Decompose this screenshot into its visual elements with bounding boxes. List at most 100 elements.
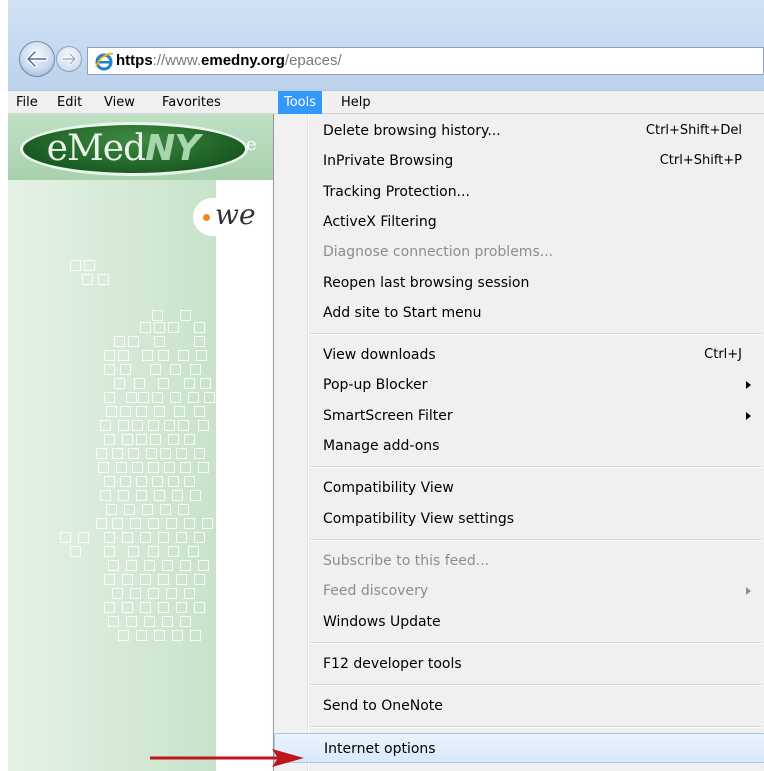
menu-item-view-downloads[interactable]: View downloads Ctrl+J [274, 340, 764, 370]
menu-item-manage-add-ons[interactable]: Manage add-ons [274, 431, 764, 461]
decorative-square [154, 490, 165, 501]
menu-separator [310, 641, 762, 644]
menu-item-send-to-onenote[interactable]: Send to OneNote [274, 691, 764, 721]
url-prefix: ://www. [152, 52, 202, 69]
decorative-square [194, 602, 205, 613]
decorative-square [194, 406, 205, 417]
decorative-square [180, 310, 191, 321]
decorative-square [154, 406, 165, 417]
decorative-square [198, 420, 209, 431]
menu-item-label: SmartScreen Filter [323, 407, 453, 424]
decorative-square [154, 630, 165, 641]
decorative-square [172, 630, 183, 641]
menu-item-diagnose-connection-problems[interactable]: Diagnose connection problems... [274, 237, 764, 267]
menu-item-inprivate-browsing[interactable]: InPrivate Browsing Ctrl+Shift+P [274, 146, 764, 176]
menu-item-shortcut: Ctrl+Shift+P [659, 153, 742, 169]
decorative-square [184, 378, 195, 389]
menu-item-add-site-to-start-menu[interactable]: Add site to Start menu [274, 298, 764, 328]
decorative-square [98, 462, 109, 473]
menu-separator [310, 466, 762, 469]
decorative-square [124, 504, 135, 515]
menu-item-delete-browsing-history[interactable]: Delete browsing history... Ctrl+Shift+Del [274, 116, 764, 146]
decorative-square [120, 406, 131, 417]
decorative-square [104, 532, 115, 543]
decorative-square [128, 336, 139, 347]
decorative-square [108, 616, 119, 627]
menu-item-label: Manage add-ons [323, 438, 440, 454]
decorative-square [188, 392, 199, 403]
decorative-square [104, 392, 115, 403]
decorative-square [188, 546, 199, 557]
menu-item-reopen-last-browsing-session[interactable]: Reopen last browsing session [274, 268, 764, 298]
decorative-square [196, 350, 207, 361]
decorative-square [148, 462, 159, 473]
decorative-square [114, 336, 125, 347]
decorative-square [132, 420, 143, 431]
decorative-square [158, 532, 169, 543]
decorative-square [184, 518, 195, 529]
decorative-square [180, 462, 191, 473]
decorative-square [96, 518, 107, 529]
decorative-square [150, 364, 161, 375]
decorative-square [148, 518, 159, 529]
decorative-square [106, 406, 117, 417]
decorative-square [168, 434, 179, 445]
address-bar[interactable]: https://www.emedny.org/epaces/ [87, 47, 764, 75]
decorative-square [190, 490, 201, 501]
menu-item-compatibility-view[interactable]: Compatibility View [274, 473, 764, 503]
decorative-square [112, 518, 123, 529]
decorative-square [104, 434, 115, 445]
menu-item-subscribe-to-this-feed[interactable]: Subscribe to this feed... [274, 546, 764, 576]
decorative-square [162, 616, 173, 627]
decorative-square [194, 336, 205, 347]
menu-item-label: Send to OneNote [323, 698, 443, 715]
decorative-square [70, 260, 81, 271]
decorative-square [84, 260, 95, 271]
menu-item-internet-options[interactable]: Internet options [274, 733, 764, 764]
decorative-square [78, 532, 89, 543]
menu-item-smartscreen-filter[interactable]: SmartScreen Filter [274, 401, 764, 431]
menu-tools[interactable]: Tools [278, 91, 323, 114]
menu-item-tracking-protection[interactable]: Tracking Protection... [274, 177, 764, 207]
decorative-square [168, 476, 179, 487]
menu-item-feed-discovery[interactable]: Feed discovery [274, 576, 764, 606]
decorative-square [176, 532, 187, 543]
emedny-logo[interactable]: eMedNY [20, 122, 248, 176]
decorative-square [158, 602, 169, 613]
menu-item-windows-update[interactable]: Windows Update [274, 607, 764, 637]
decorative-square [194, 448, 205, 459]
decorative-square [148, 546, 159, 557]
decorative-square [146, 448, 157, 459]
decorative-square [96, 448, 107, 459]
decorative-square [104, 364, 115, 375]
decorative-square [130, 518, 141, 529]
menu-item-label: Diagnose connection problems... [323, 244, 554, 261]
decorative-square [190, 630, 201, 641]
decorative-square [100, 490, 111, 501]
menu-item-label: Windows Update [323, 613, 441, 630]
menu-help[interactable]: Help [335, 91, 377, 114]
forward-button[interactable] [56, 46, 82, 72]
menu-view[interactable]: View [98, 91, 141, 114]
menu-edit[interactable]: Edit [51, 91, 88, 114]
decorative-square [104, 546, 115, 557]
decorative-square [120, 364, 131, 375]
menu-item-f12-developer-tools[interactable]: F12 developer tools [274, 649, 764, 679]
back-button[interactable] [19, 41, 55, 77]
decorative-square [112, 588, 123, 599]
decorative-square [168, 546, 179, 557]
decorative-square [178, 504, 189, 515]
decorative-square [126, 560, 137, 571]
decorative-square [190, 364, 201, 375]
decorative-square [114, 378, 125, 389]
decorative-square [122, 602, 133, 613]
menu-favorites[interactable]: Favorites [156, 91, 227, 114]
decorative-square [136, 476, 147, 487]
decorative-square [174, 406, 185, 417]
menu-item-compatibility-view-settings[interactable]: Compatibility View settings [274, 504, 764, 534]
menu-item-pop-up-blocker[interactable]: Pop-up Blocker [274, 370, 764, 400]
decorative-square [122, 434, 133, 445]
decorative-square [136, 406, 147, 417]
menu-item-activex-filtering[interactable]: ActiveX Filtering [274, 207, 764, 237]
menu-file[interactable]: File [10, 91, 44, 114]
